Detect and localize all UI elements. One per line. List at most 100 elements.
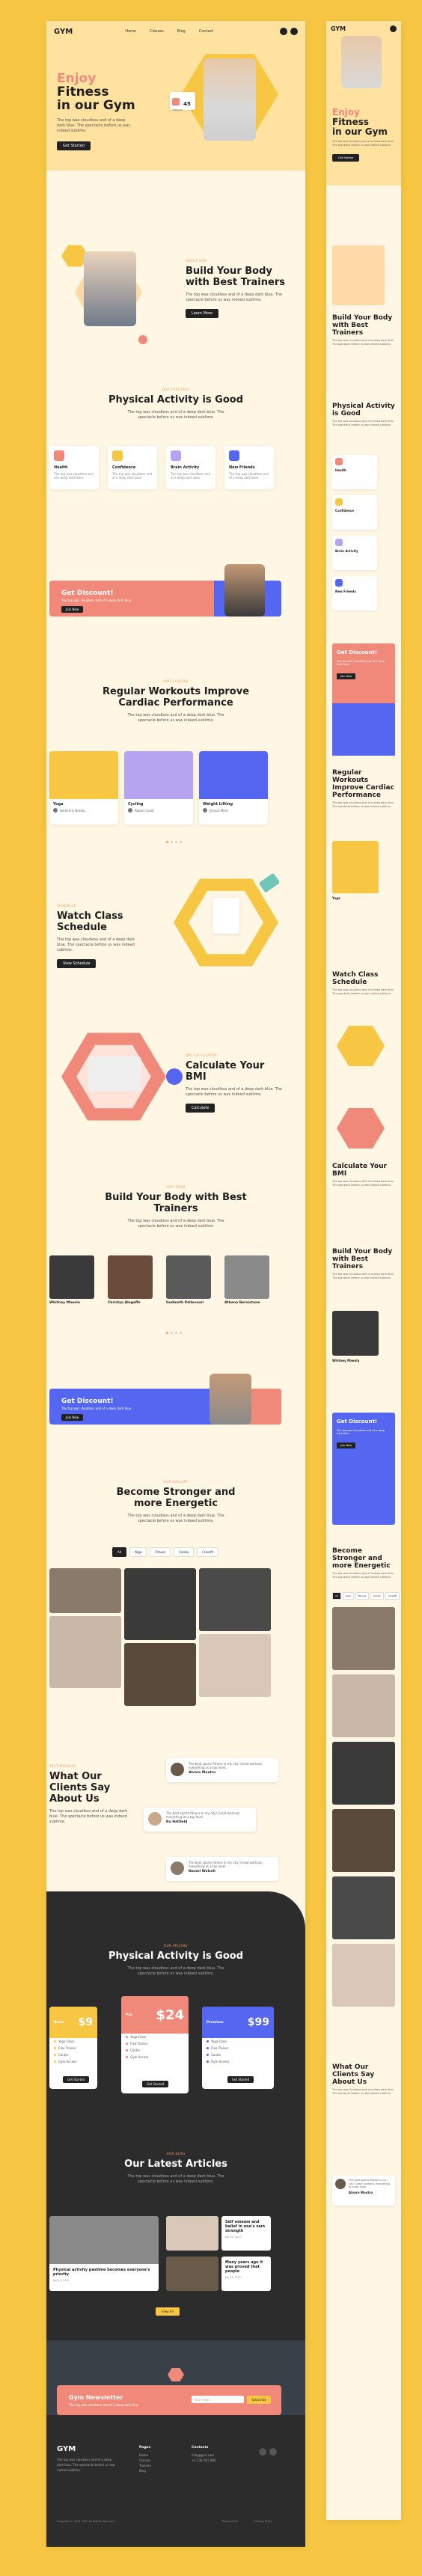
learn-more-button[interactable]: Learn More xyxy=(186,309,218,318)
mobile-get-started-button[interactable]: Get Started xyxy=(332,154,360,162)
price-card-pro[interactable]: Pro $24 Yoga Class Free Trainer Cardio Gy… xyxy=(121,1996,189,2093)
testimonial-quote: The best sports fitness in my city! Grea… xyxy=(189,1861,263,1868)
tab-yoga[interactable]: Yoga xyxy=(129,1547,147,1557)
mobile-gallery-image-5[interactable] xyxy=(332,1876,395,1939)
mobile-join-now-button[interactable]: Join Now xyxy=(337,673,356,679)
team-member-2[interactable]: Christya Alegaffe xyxy=(108,1255,153,1305)
mobile-feature-brain[interactable]: Brain Activity xyxy=(332,536,377,570)
mobile-feature-health[interactable]: Health xyxy=(332,455,377,489)
plan-button[interactable]: Get Started xyxy=(227,2076,254,2083)
mobile-gallery-image-3[interactable] xyxy=(332,1742,395,1805)
price-card-premium[interactable]: Premium $99 Yoga Class Free Trainer Cardi… xyxy=(202,2007,274,2089)
newsletter-desc: The top was cloudless and of a deep dark… xyxy=(69,2403,140,2407)
badge-number: 45 xyxy=(183,101,191,107)
feature-card-brain[interactable]: Brain Activity The top was cloudless and… xyxy=(166,446,215,489)
hamburger-icon[interactable] xyxy=(390,25,397,32)
mobile-join-now-button[interactable]: Join Now xyxy=(337,1443,356,1448)
mobile-schedule: Watch Class Schedule The top was cloudle… xyxy=(332,971,395,996)
mobile-discount-title: Get Discount! xyxy=(337,649,378,655)
mobile-yoga-photo xyxy=(332,245,385,305)
gallery-image-5[interactable] xyxy=(199,1568,271,1631)
mobile-tab-all[interactable]: All xyxy=(332,1592,341,1600)
gallery-image-2[interactable] xyxy=(49,1616,121,1688)
footer-link[interactable]: Trainers xyxy=(139,2463,151,2468)
feature-card-friends[interactable]: New Friends The top was cloudless and of… xyxy=(224,446,274,489)
gallery-image-6[interactable] xyxy=(199,1634,271,1697)
gallery-image-3[interactable] xyxy=(124,1568,196,1640)
mobile-brand[interactable]: GYM xyxy=(331,25,346,32)
heart-rate-icon xyxy=(166,1068,183,1085)
menu-icon[interactable] xyxy=(290,28,298,35)
mobile-gallery-image-2[interactable] xyxy=(332,1674,395,1737)
activity-tag: OUR FEATURES xyxy=(162,388,190,391)
mobile-testimonial-card[interactable]: The best sports fitness in my city! Grea… xyxy=(332,2176,395,2206)
mobile-feature-friends[interactable]: New Friends xyxy=(332,576,377,611)
team-carousel-dots[interactable] xyxy=(166,1332,182,1334)
calendar-icon xyxy=(212,898,239,934)
nav-item-home[interactable]: Home xyxy=(125,29,136,34)
plan-button[interactable]: Get Started xyxy=(63,2076,90,2083)
hero-line1: Enjoy xyxy=(57,71,97,86)
plan-button[interactable]: Get Started xyxy=(142,2081,169,2087)
privacy-link[interactable]: Privacy Policy xyxy=(254,2520,272,2523)
mobile-gallery-image-1[interactable] xyxy=(332,1607,395,1670)
tab-fitness[interactable]: Fitness xyxy=(150,1547,171,1557)
class-card-weightlifting[interactable]: Weight Lifting Jessica Miles xyxy=(199,751,268,824)
nav-item-classes[interactable]: Classes xyxy=(150,29,164,34)
terms-link[interactable]: Terms of Use xyxy=(221,2520,238,2523)
join-now-button[interactable]: Join Now xyxy=(61,606,84,613)
brand-logo[interactable]: GYM xyxy=(54,28,73,36)
view-schedule-button[interactable]: View Schedule xyxy=(57,959,97,968)
calculate-button[interactable]: Calculate xyxy=(186,1104,215,1113)
testimonial-card-3[interactable]: The best sports fitness in my city! Grea… xyxy=(166,1857,278,1881)
tab-all[interactable]: All xyxy=(112,1547,126,1557)
mobile-gallery-image-4[interactable] xyxy=(332,1809,395,1872)
mobile-tab-yoga[interactable]: Yoga xyxy=(342,1592,354,1600)
article-card-3[interactable]: Many years ago it was proved that people… xyxy=(166,2257,271,2291)
join-now-button[interactable]: Join Now xyxy=(61,1414,84,1421)
team-member-3[interactable]: Gudmeth Pellevouri xyxy=(166,1255,211,1305)
footer-email[interactable]: info@gym.com xyxy=(192,2453,216,2458)
mobile-gallery-image-6[interactable] xyxy=(332,1944,395,2007)
team-member-4[interactable]: Athena Bernistone xyxy=(224,1255,269,1305)
hero-get-started-button[interactable]: Get Started xyxy=(57,141,91,150)
facebook-icon[interactable] xyxy=(259,2448,266,2456)
user-icon[interactable] xyxy=(280,28,287,35)
gallery-image-4[interactable] xyxy=(124,1643,196,1706)
price-card-basic[interactable]: Basic $9 Yoga Class Free Trainer Cardio G… xyxy=(49,2007,97,2089)
carousel-dots[interactable] xyxy=(166,841,182,843)
subscribe-button[interactable]: Subscribe xyxy=(247,2396,271,2404)
instagram-icon[interactable] xyxy=(269,2448,277,2456)
mobile-tab-crossfit[interactable]: Crossfit xyxy=(385,1592,400,1600)
feature-card-health[interactable]: Health The top was cloudless and of a de… xyxy=(49,446,99,489)
tab-cardio[interactable]: Cardio xyxy=(174,1547,195,1557)
footer-link[interactable]: Home xyxy=(139,2453,151,2458)
play-icon[interactable] xyxy=(138,335,147,344)
article-title: Many years ago it was proved that people xyxy=(225,2260,263,2274)
mobile-feature-confidence[interactable]: Confidence xyxy=(332,495,377,530)
newsletter-email-input[interactable]: Your email xyxy=(192,2396,244,2403)
mobile-class-yoga[interactable] xyxy=(332,841,379,893)
footer-phone[interactable]: +1 234 567 890 xyxy=(192,2458,216,2463)
price-header: Premium $99 xyxy=(202,2007,274,2038)
mobile-team-photo[interactable] xyxy=(332,1311,379,1356)
tab-crossfit[interactable]: Crossfit xyxy=(197,1547,219,1557)
team-member-1[interactable]: Whitney Maeola xyxy=(49,1255,94,1305)
mobile-tab-cardio[interactable]: Cardio xyxy=(370,1592,384,1600)
article-card-2[interactable]: Self esteem and belief in one's own stre… xyxy=(166,2216,271,2251)
article-card-large[interactable]: Physical activity pastime becomes everyo… xyxy=(49,2216,159,2291)
feature-card-confidence[interactable]: Confidence The top was cloudless and of … xyxy=(108,446,157,489)
nav-item-blog[interactable]: Blog xyxy=(177,29,186,34)
gallery-image-1[interactable] xyxy=(49,1568,121,1613)
testimonial-card-1[interactable]: The best sports fitness in my city! Grea… xyxy=(166,1758,278,1782)
view-all-articles-button[interactable]: View All xyxy=(156,2307,180,2316)
mobile-hero-line3: in our Gym xyxy=(332,126,388,137)
footer-link[interactable]: Classes xyxy=(139,2458,151,2463)
footer-link[interactable]: Blog xyxy=(139,2468,151,2473)
mobile-discount-desc: The top was cloudless and of a deep dark… xyxy=(337,1429,385,1435)
testimonial-card-2[interactable]: The best sports fitness in my city! Grea… xyxy=(144,1808,256,1832)
mobile-tab-fitness[interactable]: Fitness xyxy=(355,1592,370,1600)
class-card-cycling[interactable]: Cycling Robert Grant xyxy=(124,751,193,824)
class-card-yoga[interactable]: Yoga Katherine Brooks xyxy=(49,751,118,824)
nav-item-contact[interactable]: Contact xyxy=(199,29,213,34)
